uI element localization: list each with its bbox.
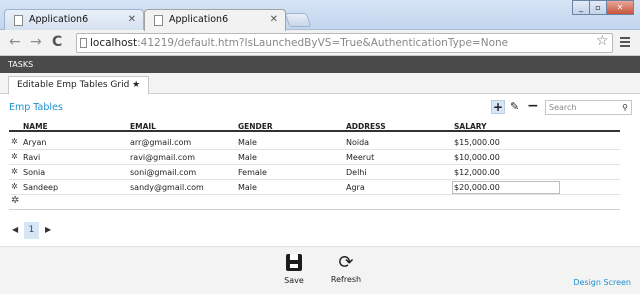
page-icon [80, 38, 87, 48]
minimize-button[interactable]: _ [572, 0, 590, 15]
page-icon [14, 15, 23, 26]
row-indicator-icon: ✲ [11, 167, 18, 176]
new-tab-button[interactable] [284, 13, 312, 27]
browser-titlebar: Application6 ✕ Application6 ✕ _ ▫ ✕ [0, 0, 640, 31]
cell-salary[interactable]: $20,000.00 [454, 183, 500, 192]
refresh-label: Refresh [330, 275, 362, 284]
prev-page-icon[interactable]: ◀ [12, 225, 18, 234]
bookmark-star-icon[interactable]: ☆ [596, 33, 609, 49]
close-window-button[interactable]: ✕ [606, 0, 634, 15]
browser-tab-1[interactable]: Application6 ✕ [4, 9, 144, 31]
design-screen-link[interactable]: Design Screen [573, 278, 631, 287]
close-tab-icon[interactable]: ✕ [128, 10, 136, 30]
page-number[interactable]: 1 [24, 222, 39, 239]
row-indicator-icon: ✲ [11, 152, 18, 161]
refresh-button[interactable]: ⟳ Refresh [330, 252, 362, 285]
new-row-icon[interactable]: ✲ [11, 195, 19, 206]
cell-name[interactable]: Ravi [23, 153, 40, 162]
browser-toolbar: ← → C localhost:41219/default.htm?IsLaun… [0, 30, 640, 56]
table-row[interactable]: ✲ Aryan arr@gmail.com Male Noida $15,000… [9, 135, 620, 150]
cell-email[interactable]: arr@gmail.com [130, 138, 191, 147]
search-placeholder: Search [549, 103, 577, 112]
add-icon[interactable]: + [491, 100, 505, 114]
cell-address[interactable]: Meerut [346, 153, 374, 162]
table-row[interactable]: ✲ Sonia soni@gmail.com Female Delhi $12,… [9, 165, 620, 180]
column-header[interactable]: ADDRESS [346, 122, 386, 131]
new-row[interactable]: ✲ [9, 195, 620, 210]
column-header[interactable]: EMAIL [130, 122, 156, 131]
save-label: Save [284, 276, 304, 285]
cell-email[interactable]: ravi@gmail.com [130, 153, 195, 162]
url-host: localhost [90, 37, 138, 49]
browser-tab-title: Application6 [169, 14, 229, 25]
cell-gender[interactable]: Male [238, 138, 257, 147]
cell-salary[interactable]: $15,000.00 [454, 138, 500, 147]
back-icon[interactable]: ← [9, 34, 21, 50]
cell-gender[interactable]: Female [238, 168, 267, 177]
refresh-icon: ⟳ [338, 252, 354, 273]
cell-name[interactable]: Aryan [23, 138, 46, 147]
grid-header-row: NAME EMAIL GENDER ADDRESS SALARY [9, 120, 620, 132]
page-icon [154, 15, 163, 26]
maximize-button[interactable]: ▫ [589, 0, 607, 15]
next-page-icon[interactable]: ▶ [45, 225, 51, 234]
search-icon[interactable]: ⚲ [622, 101, 628, 114]
column-header[interactable]: NAME [23, 122, 48, 131]
table-row[interactable]: ✲ Ravi ravi@gmail.com Male Meerut $10,00… [9, 150, 620, 165]
screen-tab[interactable]: Editable Emp Tables Grid ★ [8, 76, 150, 95]
cell-email[interactable]: soni@gmail.com [130, 168, 196, 177]
save-button[interactable]: Save [280, 254, 308, 285]
table-row[interactable]: ✲ Sandeep sandy@gmail.com Male Agra $20,… [9, 180, 620, 195]
browser-tab-title: Application6 [29, 14, 89, 25]
row-indicator-icon: ✲ [11, 182, 18, 191]
column-header[interactable]: SALARY [454, 122, 487, 131]
forward-icon[interactable]: → [30, 34, 42, 50]
search-input[interactable]: Search ⚲ [545, 100, 632, 115]
delete-icon[interactable]: − [527, 98, 539, 114]
cell-gender[interactable]: Male [238, 183, 257, 192]
window-controls: _ ▫ ✕ [572, 0, 634, 16]
cell-address[interactable]: Noida [346, 138, 369, 147]
cell-address[interactable]: Agra [346, 183, 365, 192]
cell-name[interactable]: Sandeep [23, 183, 58, 192]
cell-address[interactable]: Delhi [346, 168, 367, 177]
cell-name[interactable]: Sonia [23, 168, 45, 177]
row-indicator-icon: ✲ [11, 137, 18, 146]
screen-tab-bar: Editable Emp Tables Grid ★ [0, 73, 640, 95]
cell-salary[interactable]: $10,000.00 [454, 153, 500, 162]
cell-gender[interactable]: Male [238, 153, 257, 162]
address-bar[interactable]: localhost:41219/default.htm?IsLaunchedBy… [76, 33, 613, 53]
column-header[interactable]: GENDER [238, 122, 273, 131]
close-tab-icon[interactable]: ✕ [270, 10, 278, 30]
edit-icon[interactable]: ✎ [510, 100, 519, 113]
grid-title: Emp Tables [9, 102, 63, 113]
cell-salary[interactable]: $12,000.00 [454, 168, 500, 177]
url-path: :41219/default.htm?IsLaunchedByVS=True&A… [137, 37, 509, 49]
cell-email[interactable]: sandy@gmail.com [130, 183, 204, 192]
command-bar: Save ⟳ Refresh Design Screen [0, 246, 640, 294]
tasks-bar[interactable]: TASKS [0, 56, 640, 73]
reload-icon[interactable]: C [52, 34, 62, 50]
browser-tab-2[interactable]: Application6 ✕ [144, 9, 286, 31]
menu-icon[interactable] [620, 37, 630, 49]
save-icon [286, 254, 302, 271]
